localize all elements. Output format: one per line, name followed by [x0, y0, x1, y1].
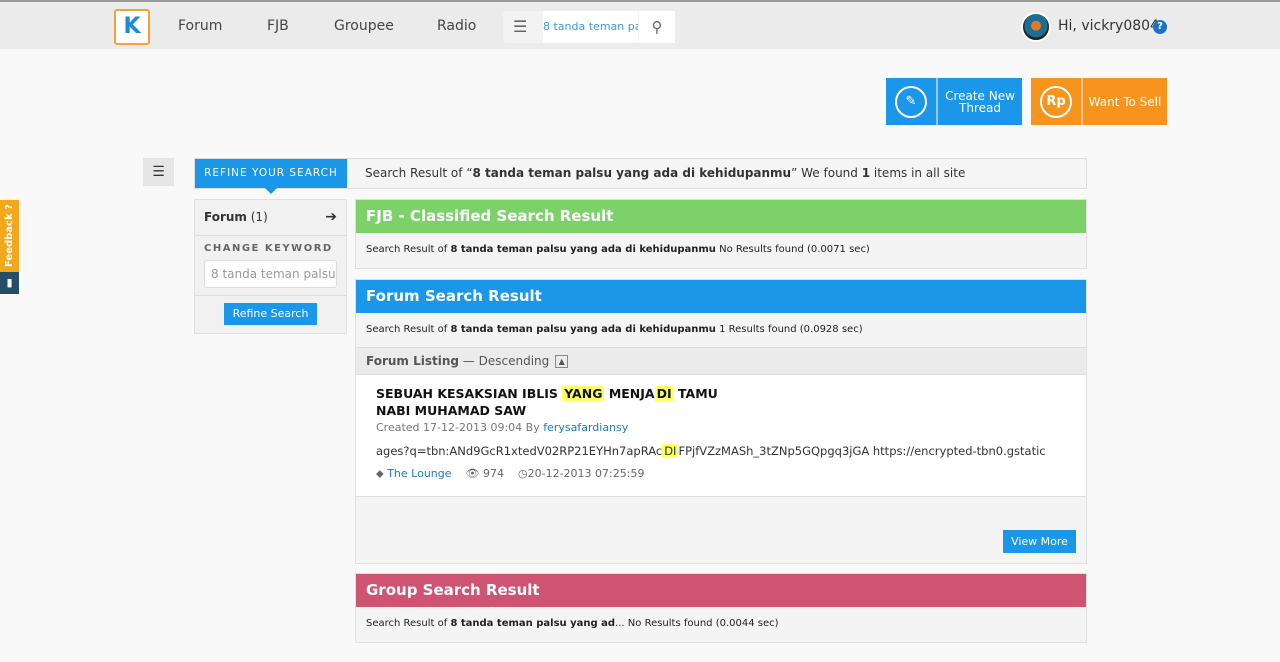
search-summary: Search Result of “8 tanda teman palsu ya… — [365, 159, 965, 188]
kaskus-logo[interactable]: K — [114, 9, 150, 45]
forum-title: Forum Search Result — [356, 280, 1086, 313]
nav-fjb[interactable]: FJB — [267, 18, 289, 34]
thread-footer: ⬥ The Lounge 👁 974 ◷20-12-2013 07:25:59 — [376, 467, 1066, 481]
fjb-result-text: Search Result of 8 tanda teman palsu yan… — [366, 244, 870, 255]
listing-order: — Descending — [458, 354, 550, 368]
view-more-button[interactable]: View More — [1003, 530, 1076, 553]
summary-query: 8 tanda teman palsu yang ada di kehidupa… — [472, 166, 792, 180]
want-to-sell-label: Want To Sell — [1088, 94, 1162, 109]
forum-filter-label: Forum — [204, 210, 247, 224]
summary-suffix: items in all site — [870, 166, 966, 180]
group-section: Group Search Result Search Result of 8 t… — [355, 573, 1087, 643]
top-nav-bar: K Forum FJB Groupee Radio ☰ 8 tanda tema… — [0, 0, 1280, 49]
create-thread-label: Create New Thread — [945, 88, 1015, 115]
clock-icon: ◷ — [518, 467, 528, 480]
refine-your-search-tab[interactable]: REFINE YOUR SEARCH — [195, 159, 347, 194]
sort-toggle-icon[interactable]: ▲ — [555, 355, 569, 368]
summary-prefix: Search Result of “ — [365, 166, 473, 180]
user-greeting[interactable]: Hi, vickry0804 — [1058, 18, 1159, 34]
refine-panel: Forum (1) ➔ CHANGE KEYWORD 8 tanda teman … — [194, 199, 347, 334]
summary-mid: ” We found — [791, 166, 862, 180]
list-item: SEBUAH KESAKSIAN IBLIS YANG MENJA DI TAMU… — [356, 375, 1086, 497]
want-to-sell-button[interactable]: Rp Want To Sell — [1031, 78, 1167, 125]
forum-section: Forum Search Result Search Result of 8 t… — [355, 279, 1087, 564]
refine-bar: REFINE YOUR SEARCH Search Result of “8 t… — [194, 158, 1087, 194]
listing-label: Forum Listing — [366, 354, 459, 368]
fjb-title: FJB - Classified Search Result — [356, 200, 1086, 233]
sidebar-toggle-icon[interactable]: ☰ — [143, 158, 174, 186]
search-input[interactable]: 8 tanda teman palsu yang ada di kehidupa… — [543, 11, 638, 43]
last-post-time: 20-12-2013 07:25:59 — [527, 467, 645, 480]
menu-icon[interactable]: ☰ — [513, 17, 527, 36]
keyword-input[interactable]: 8 tanda teman palsu — [204, 260, 337, 288]
forum-listing-header: Forum Listing — Descending ▲ — [356, 347, 1086, 375]
forum-filter-count: (1) — [250, 210, 268, 224]
refine-search-button[interactable]: Refine Search — [224, 303, 317, 325]
avatar[interactable] — [1021, 12, 1051, 42]
arrow-right-icon: ➔ — [325, 209, 337, 225]
search-icon[interactable]: ⚲ — [639, 11, 675, 43]
pencil-icon: ✎ — [895, 85, 927, 118]
view-count: 974 — [483, 467, 504, 480]
nav-groupee[interactable]: Groupee — [334, 18, 394, 34]
forum-result-text: Search Result of 8 tanda teman palsu yan… — [366, 324, 863, 335]
thread-snippet: ages?q=tbn:ANd9GcR1xtedV02RP21EYHn7apRAc… — [376, 444, 1046, 458]
tag-icon: ⬥ — [376, 467, 384, 480]
filter-forum[interactable]: Forum (1) ➔ — [195, 200, 346, 236]
nav-forum[interactable]: Forum — [178, 18, 222, 34]
fjb-section: FJB - Classified Search Result Search Re… — [355, 199, 1087, 269]
category-link[interactable]: The Lounge — [387, 467, 451, 480]
search-box: ☰ 8 tanda teman palsu yang ada di kehidu… — [503, 11, 675, 43]
nav-radio[interactable]: Radio — [437, 18, 476, 34]
feedback-icon[interactable]: ▮ — [0, 272, 19, 294]
help-icon[interactable]: ? — [1153, 20, 1167, 34]
summary-count: 1 — [861, 166, 871, 180]
rupiah-icon: Rp — [1040, 85, 1072, 118]
author-link[interactable]: ferysafardiansy — [543, 421, 628, 434]
group-result-text: Search Result of 8 tanda teman palsu yan… — [366, 618, 779, 629]
group-title: Group Search Result — [356, 574, 1086, 607]
create-thread-button[interactable]: ✎ Create New Thread — [886, 78, 1022, 125]
feedback-tab[interactable]: Feedback ? — [0, 200, 19, 272]
thread-title[interactable]: SEBUAH KESAKSIAN IBLIS YANG MENJA DI TAMU… — [376, 385, 756, 419]
eye-icon: 👁 — [465, 467, 480, 480]
change-keyword-label: CHANGE KEYWORD — [204, 243, 333, 254]
thread-meta: Created 17-12-2013 09:04 By ferysafardia… — [376, 421, 629, 434]
